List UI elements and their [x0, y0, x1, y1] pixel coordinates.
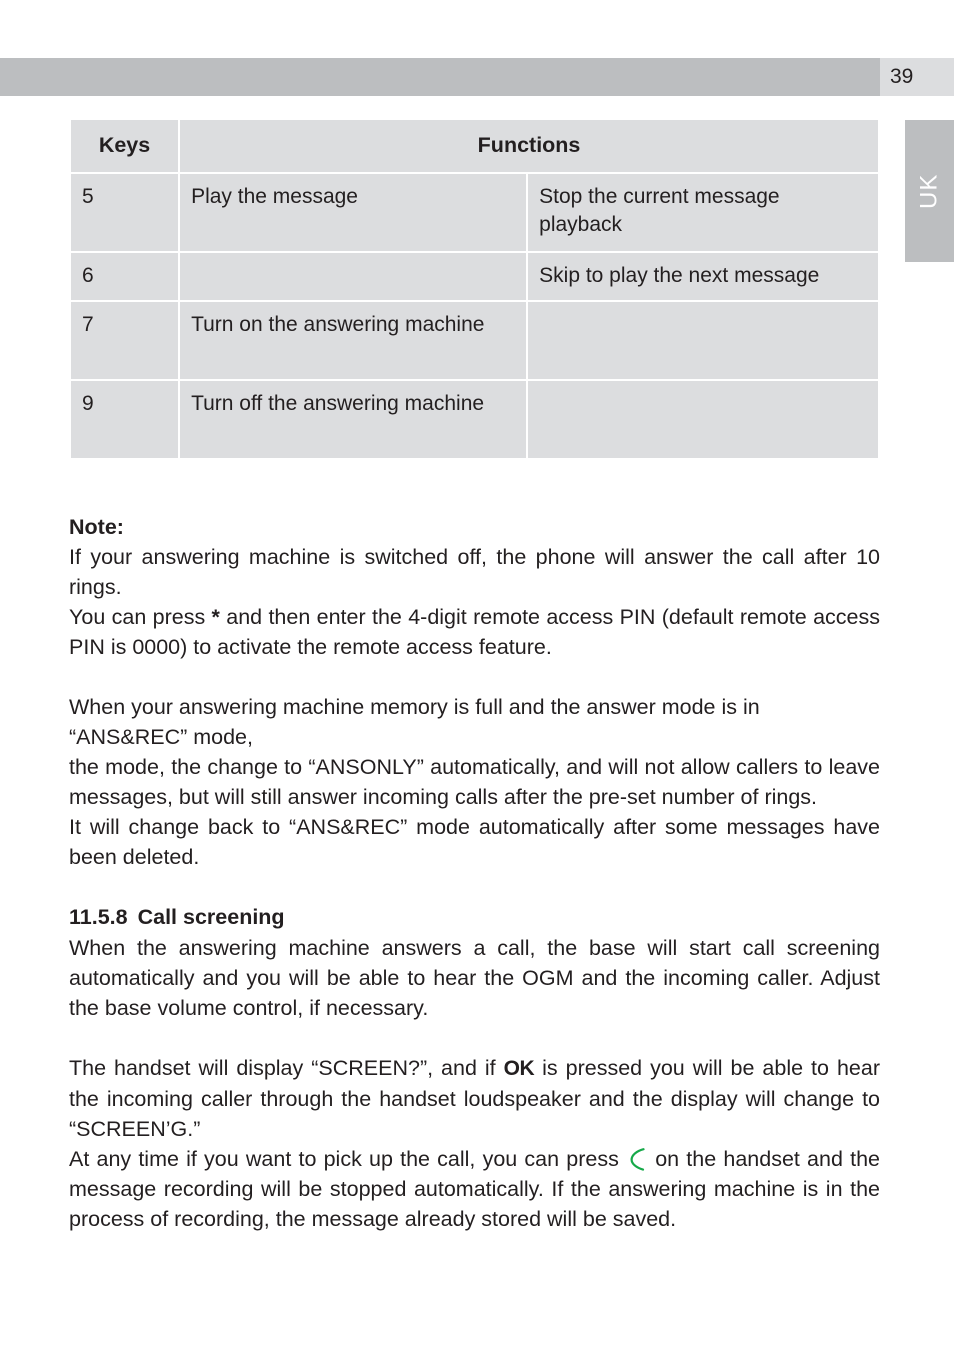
- page-header-bar: 39: [0, 58, 954, 96]
- table-header-row: Keys Functions: [71, 120, 878, 172]
- table-cell-function-primary: Turn off the answering machine: [180, 380, 527, 458]
- table-cell-function-secondary: [528, 301, 878, 379]
- page-number: 39: [890, 65, 914, 88]
- table-cell-function-primary: Play the message: [180, 173, 527, 251]
- header-bar-fill: [0, 58, 880, 96]
- section-paragraph-1: When the answering machine answers a cal…: [69, 935, 880, 1020]
- section-p2-text-before: The handset will display “SCREEN?”, and …: [69, 1055, 504, 1080]
- table-header-functions: Functions: [180, 120, 878, 172]
- page-number-box: 39: [880, 58, 954, 96]
- note-section: Note: If your answering machine is switc…: [69, 512, 880, 872]
- call-screening-section: 11.5.8 Call screening When the answering …: [69, 902, 880, 1234]
- section-paragraph-3: At any time if you want to pick up the c…: [69, 1144, 880, 1234]
- table-row: 6 Skip to play the next message: [71, 252, 878, 300]
- note-paragraph-1: If your answering machine is switched of…: [69, 544, 880, 599]
- table-row: 5 Play the message Stop the current mess…: [71, 173, 878, 251]
- table-body: 5 Play the message Stop the current mess…: [71, 173, 878, 458]
- table-cell-function-primary: [180, 252, 527, 300]
- note-paragraph-5: It will change back to “ANS&REC” mode au…: [69, 814, 880, 869]
- table-head: Keys Functions: [71, 120, 878, 172]
- table-cell-key: 5: [71, 173, 179, 251]
- section-heading: 11.5.8 Call screening: [69, 902, 880, 933]
- note-title: Note:: [69, 514, 124, 539]
- ok-key-label: OK: [503, 1056, 535, 1080]
- table-cell-function-secondary: Stop the current message playback: [528, 173, 878, 251]
- note-paragraph-3: When your answering machine memory is fu…: [69, 694, 760, 749]
- table-cell-function-primary: Turn on the answering machine: [180, 301, 527, 379]
- phone-pickup-icon: [628, 1147, 646, 1171]
- table-cell-key: 7: [71, 301, 179, 379]
- table-header-keys: Keys: [71, 120, 179, 172]
- table-cell-key: 6: [71, 252, 179, 300]
- section-title-text: Call screening: [137, 904, 285, 929]
- note-paragraph-2: You can press * and then enter the 4-dig…: [69, 602, 880, 662]
- table-cell-key: 9: [71, 380, 179, 458]
- language-side-tab-label: UK: [915, 173, 943, 209]
- table-cell-function-secondary: Skip to play the next message: [528, 252, 878, 300]
- table-cell-function-secondary: [528, 380, 878, 458]
- page-content: Keys Functions 5 Play the message Stop t…: [69, 118, 880, 1234]
- note-paragraph-4: the mode, the change to “ANSONLY” automa…: [69, 754, 880, 809]
- section-p3-text-before: At any time if you want to pick up the c…: [69, 1146, 627, 1171]
- section-paragraph-2: The handset will display “SCREEN?”, and …: [69, 1053, 880, 1144]
- section-number: 11.5.8: [69, 904, 128, 929]
- keys-functions-table: Keys Functions 5 Play the message Stop t…: [69, 118, 880, 460]
- table-row: 7 Turn on the answering machine: [71, 301, 878, 379]
- language-side-tab: UK: [905, 120, 954, 262]
- note-p2-text-before: You can press: [69, 604, 212, 629]
- star-key: *: [211, 604, 220, 629]
- table-row: 9 Turn off the answering machine: [71, 380, 878, 458]
